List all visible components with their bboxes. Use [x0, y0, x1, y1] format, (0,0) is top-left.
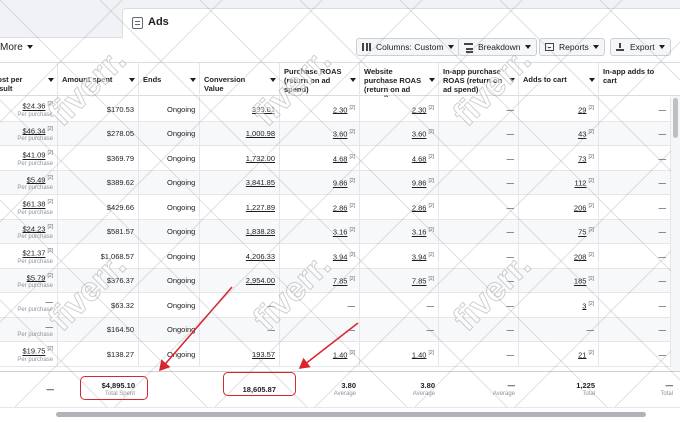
horizontal-scroll-thumb[interactable] [56, 412, 646, 417]
annotation-arrows [159, 286, 359, 372]
arrow-to-total-spent [159, 286, 233, 372]
horizontal-scrollbar[interactable] [0, 407, 680, 422]
vertical-scroll-thumb[interactable] [673, 98, 678, 138]
arrow-to-total-conversion [298, 322, 359, 369]
vertical-scrollbar[interactable] [671, 96, 680, 371]
